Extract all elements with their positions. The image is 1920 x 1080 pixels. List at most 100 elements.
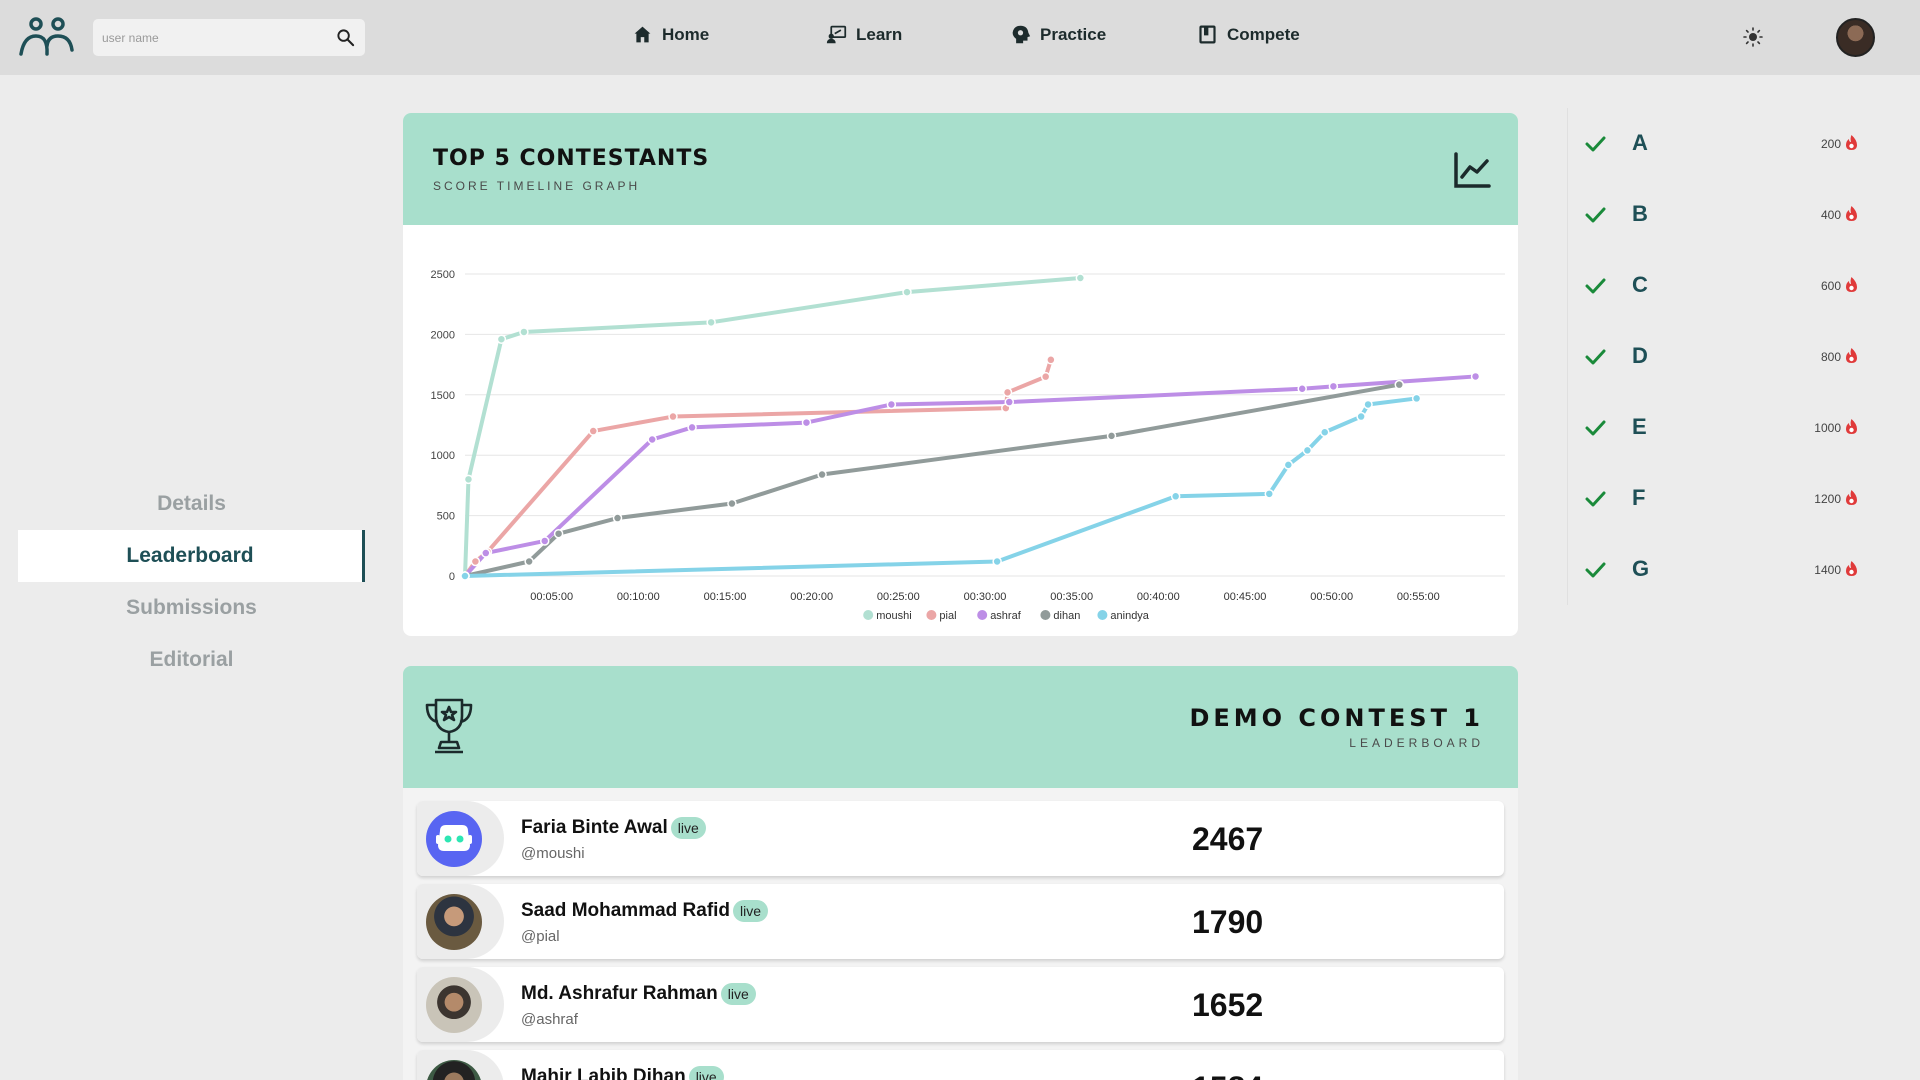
chart-card-header: TOP 5 CONTESTANTS SCORE TIMELINE GRAPH [403,113,1518,225]
check-icon [1585,491,1606,507]
problem-item-f[interactable]: F 1200 [1568,463,1887,534]
x-tick-label: 00:50:00 [1310,591,1353,603]
data-point-ashraf [647,434,657,445]
data-point-anindya [1302,445,1313,456]
home-icon [634,26,651,43]
data-point-ashraf [1297,384,1307,394]
avatar-frame [417,1050,504,1080]
fire-icon [1846,419,1857,434]
problem-letter: A [1632,130,1648,155]
user-avatar[interactable] [1836,18,1875,57]
problem-item-c[interactable]: C 600 [1568,250,1887,321]
data-point-pial [588,426,599,436]
nav-learn[interactable]: Learn [826,24,902,45]
avatar-frame [417,884,504,959]
contestant-score: 1790 [1192,904,1264,940]
leaderboard-header: DEMO CONTEST 1 LEADERBOARD [403,666,1518,788]
problem-item-a[interactable]: A 200 [1568,108,1887,179]
leaderboard-row[interactable]: Mahir Labib Dihan live 1584 [417,1050,1504,1080]
photo-avatar [426,977,482,1033]
nav-compete[interactable]: Compete [1197,24,1300,45]
sidebar-item-details[interactable]: Details [18,478,365,530]
problem-points: 200 [1820,137,1841,151]
leaderboard-row[interactable]: Md. Ashrafur Rahman live @ashraf 1652 [417,967,1504,1042]
search-icon[interactable] [336,28,355,47]
data-point-dihan [524,556,534,567]
problem-points: 1000 [1814,421,1841,435]
contestant-name-text: Md. Ashrafur Rahman [521,983,718,1004]
data-point-dihan [1106,431,1117,441]
fire-icon [1846,206,1857,221]
data-point-moushi [496,334,507,344]
y-tick-label: 2000 [431,329,455,341]
data-point-pial [1002,387,1013,398]
data-point-pial [1040,371,1051,382]
problem-letter: F [1632,485,1646,510]
contestant-name[interactable]: Md. Ashrafur Rahman live [521,983,756,1005]
data-point-anindya [1319,427,1330,437]
data-point-anindya [1411,393,1422,404]
score-timeline-chart: 0 500 1000 1500 2000 2500 00:05:00 00:10:00 00:1… [431,269,1505,622]
fire-icon [1846,135,1857,150]
x-tick-label: 00:10:00 [617,591,660,603]
leaderboard-list: Faria Binte Awal live @moushi 2467 Saad … [417,801,1504,1080]
data-point-dihan [727,498,737,509]
book-icon [1199,25,1216,44]
series-line-pial [463,357,1053,578]
problem-item-d[interactable]: D 800 [1568,321,1887,392]
chart-card-subtitle: SCORE TIMELINE GRAPH [433,179,641,193]
leaderboard-subtitle: LEADERBOARD [1349,736,1484,750]
data-point-ashraf [1328,381,1339,392]
problem-points: 1400 [1814,563,1841,577]
legend-swatch-anindya [1097,610,1108,620]
fire-icon [1846,277,1857,292]
y-tick-label: 1500 [431,390,455,402]
problem-points: 400 [1820,208,1841,222]
contestant-name[interactable]: Saad Mohammad Rafid live [521,900,769,922]
score-timeline-card: TOP 5 CONTESTANTS SCORE TIMELINE GRAPH 0… [403,113,1518,636]
data-point-pial [1046,355,1056,365]
x-tick-label: 00:35:00 [1050,591,1093,603]
data-point-anindya [1264,489,1275,499]
problem-list: A 200 B 400 C 600 D 800 E 1000 F 1200 G 1400 [1567,108,1887,605]
x-tick-label: 00:05:00 [530,591,573,603]
data-point-pial [668,411,678,422]
x-tick-label: 00:55:00 [1397,591,1440,603]
contestant-handle: @moushi [521,845,585,862]
problem-item-e[interactable]: E 1000 [1568,392,1887,463]
contestant-name-text: Mahir Labib Dihan [521,1066,686,1080]
fire-icon [1846,348,1857,363]
sidebar-item-editorial[interactable]: Editorial [18,634,365,686]
learn-icon [826,25,847,44]
check-icon [1585,278,1606,294]
contestant-name[interactable]: Mahir Labib Dihan live [521,1066,724,1080]
contestant-name[interactable]: Faria Binte Awal live [521,817,706,839]
leaderboard-row[interactable]: Faria Binte Awal live @moushi 2467 [417,801,1504,876]
contestant-handle: @pial [521,928,560,945]
data-point-ashraf [687,422,697,433]
problem-letter: E [1632,414,1647,439]
problem-item-b[interactable]: B 400 [1568,179,1887,250]
logo-icon[interactable] [18,16,74,58]
search-input[interactable] [93,19,323,56]
nav-home[interactable]: Home [632,24,709,45]
data-point-ashraf [886,399,897,410]
sidebar-item-leaderboard[interactable]: Leaderboard [18,530,365,582]
sun-icon[interactable] [1743,27,1763,47]
leaderboard-row[interactable]: Saad Mohammad Rafid live @pial 1790 [417,884,1504,959]
x-tick-label: 00:25:00 [877,591,920,603]
nav-practice-label: Practice [1040,24,1107,44]
problem-points: 800 [1820,350,1841,364]
avatar-frame [417,967,504,1042]
legend-label-dihan: dihan [1053,610,1080,622]
x-tick-label: 00:15:00 [704,591,747,603]
legend-label-ashraf: ashraf [990,610,1022,622]
data-point-ashraf [1004,397,1015,407]
sidebar-item-submissions[interactable]: Submissions [18,582,365,634]
legend-swatch-pial [926,610,937,620]
problem-letter: B [1632,201,1648,226]
nav-practice[interactable]: Practice [1010,24,1106,45]
problem-item-g[interactable]: G 1400 [1568,534,1887,605]
contestant-score: 1652 [1192,987,1264,1023]
nav-home-label: Home [662,24,710,44]
